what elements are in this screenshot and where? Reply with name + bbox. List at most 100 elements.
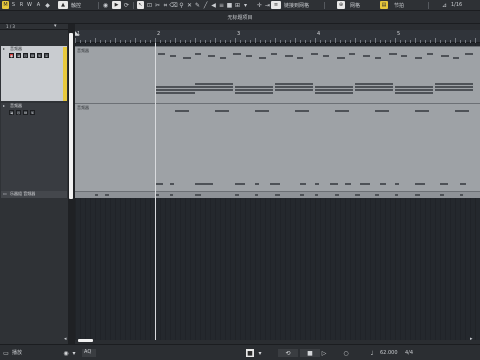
- loop-icon[interactable]: ⟳: [123, 2, 130, 9]
- touch-mode-select[interactable]: 触控: [69, 1, 97, 9]
- quantize-icon[interactable]: ▤: [380, 1, 388, 9]
- arrangement-area[interactable]: 音频器 音频器: [75, 43, 480, 340]
- comp-tool-icon[interactable]: ≡: [218, 2, 225, 9]
- solo-icon[interactable]: S: [30, 110, 35, 115]
- bar-number: 4: [317, 31, 321, 37]
- monitor-icon[interactable]: ◀: [16, 53, 21, 58]
- midi-note: [355, 86, 393, 88]
- midi-note: [360, 183, 370, 185]
- midi-note: [465, 53, 473, 55]
- auto-button[interactable]: A: [35, 1, 42, 9]
- cycle-button-icon[interactable]: ⟲: [278, 349, 298, 357]
- mute-icon[interactable]: M: [30, 53, 35, 58]
- horizontal-scroll-handle[interactable]: [78, 339, 93, 342]
- midi-note: [255, 183, 259, 185]
- expand-icon[interactable]: ▸: [3, 103, 5, 108]
- edit-icon[interactable]: e: [44, 53, 49, 58]
- erase-tool-icon[interactable]: ⌫: [169, 2, 177, 9]
- mute-icon[interactable]: M: [23, 110, 28, 115]
- write-automation-button[interactable]: W: [26, 1, 33, 9]
- cross-icon[interactable]: ✛: [256, 2, 263, 9]
- toolbar-divider: [133, 2, 134, 9]
- midi-note: [389, 53, 397, 55]
- color-tool-icon[interactable]: ■: [226, 2, 233, 9]
- pointer-tool-icon[interactable]: ↖: [137, 1, 144, 9]
- tempo-icon[interactable]: ♩: [368, 349, 376, 357]
- midi-note: [275, 86, 313, 88]
- track-name-1: 音频器: [10, 46, 22, 51]
- midi-part-1[interactable]: 音频器: [75, 46, 480, 104]
- midi-note: [311, 53, 318, 55]
- metronome-icon[interactable]: ■: [246, 349, 254, 357]
- precount-icon[interactable]: ▾: [256, 349, 264, 357]
- quantize-fraction-select[interactable]: 1/16: [450, 1, 468, 9]
- automation-mode-icon[interactable]: ◆: [44, 2, 51, 9]
- playhead-cursor[interactable]: [155, 43, 156, 340]
- range-tool-icon[interactable]: ⊡: [146, 2, 153, 9]
- midi-note: [440, 183, 448, 185]
- track-header-2[interactable]: ▸ 音频器 ◀ ○ M S: [1, 103, 67, 191]
- read-automation-button[interactable]: R: [18, 1, 25, 9]
- record-enable-icon[interactable]: ●: [9, 53, 14, 58]
- solo-button[interactable]: S: [10, 1, 17, 9]
- move-icon[interactable]: ⇥: [264, 2, 271, 9]
- midi-note: [233, 53, 241, 55]
- zoom-tool-icon[interactable]: ⚲: [178, 2, 185, 9]
- midi-note: [330, 183, 338, 185]
- snap-indicator-icon[interactable]: ◉: [62, 349, 70, 357]
- tempo-value[interactable]: 62.000: [380, 350, 398, 356]
- track-list-scroll-handle[interactable]: [69, 33, 73, 199]
- midi-note: [155, 92, 195, 94]
- dropdown-icon[interactable]: ▾: [70, 349, 78, 357]
- timeline-ruler[interactable]: ◣ 1 2 3 4 5: [75, 30, 480, 43]
- snap-type-icon[interactable]: ≡: [271, 1, 281, 9]
- grid-type-select[interactable]: 网格: [348, 1, 378, 9]
- split-tool-icon[interactable]: ✂: [154, 2, 161, 9]
- read-icon[interactable]: ○: [16, 110, 21, 115]
- touch-mode-icon[interactable]: ▲: [58, 1, 68, 9]
- glue-tool-icon[interactable]: ⌗: [162, 2, 169, 9]
- playback-mode-select[interactable]: 播放: [12, 349, 50, 357]
- midi-note: [246, 55, 252, 57]
- midi-note: [195, 89, 233, 91]
- expand-icon[interactable]: ▸: [3, 46, 5, 51]
- project-title-bar: 无标题项目: [0, 11, 480, 24]
- scroll-left-icon[interactable]: ◂: [64, 336, 67, 342]
- midi-part-2[interactable]: 音频器: [75, 103, 480, 191]
- play-button-icon[interactable]: ▷: [314, 349, 334, 357]
- quantize-apply-icon[interactable]: ⊿: [441, 2, 448, 9]
- folder-icon[interactable]: ▭: [3, 191, 7, 196]
- auto-quantize-button[interactable]: AQ: [82, 349, 96, 357]
- scroll-right-icon[interactable]: ▸: [470, 336, 473, 342]
- monitor-button[interactable]: M: [2, 1, 9, 9]
- mute-tool-icon[interactable]: ✕: [186, 2, 193, 9]
- midi-note: [158, 53, 165, 55]
- midi-note: [453, 57, 459, 59]
- main-toolbar: M S R W A ◆ ▲ 触控 ◉ ▶ ⟳ ↖ ⊡ ✂ ⌗ ⌫ ⚲ ✕ ✎ ╱…: [0, 0, 480, 11]
- monitor-icon[interactable]: ◀: [9, 110, 14, 115]
- solo-icon[interactable]: S: [37, 53, 42, 58]
- speaker-tool-icon[interactable]: ◀: [210, 2, 217, 9]
- folder-part[interactable]: [75, 191, 480, 198]
- midi-note: [105, 194, 109, 196]
- read-icon[interactable]: ○: [23, 53, 28, 58]
- midi-note: [315, 86, 353, 88]
- snap-mode-select[interactable]: 链接到网格: [282, 1, 322, 9]
- line-tool-icon[interactable]: ╱: [202, 2, 209, 9]
- toolbar-divider: [98, 2, 99, 9]
- track-list-menu-icon[interactable]: ▾: [54, 23, 57, 29]
- browser-icon[interactable]: ▭: [2, 349, 10, 357]
- record-button-icon[interactable]: ○: [336, 349, 356, 357]
- track-header-3[interactable]: ▭ 乐器组 音频器: [1, 191, 67, 198]
- midi-note: [170, 183, 174, 185]
- track-header-1[interactable]: ▸ 音频器 ● ◀ ○ M S e: [1, 46, 67, 101]
- quantize-type-select[interactable]: 节拍: [392, 1, 426, 9]
- grid-snap-icon[interactable]: ⊞: [234, 2, 241, 9]
- snap-toggle-icon[interactable]: ⊕: [337, 1, 345, 9]
- time-signature[interactable]: 4/4: [405, 350, 413, 356]
- extra-tool-icon[interactable]: ▾: [242, 2, 249, 9]
- draw-tool-icon[interactable]: ✎: [194, 2, 201, 9]
- play-mode-icon[interactable]: ▶: [112, 1, 121, 9]
- midi-note: [95, 194, 98, 196]
- record-toggle-icon[interactable]: ◉: [102, 2, 109, 9]
